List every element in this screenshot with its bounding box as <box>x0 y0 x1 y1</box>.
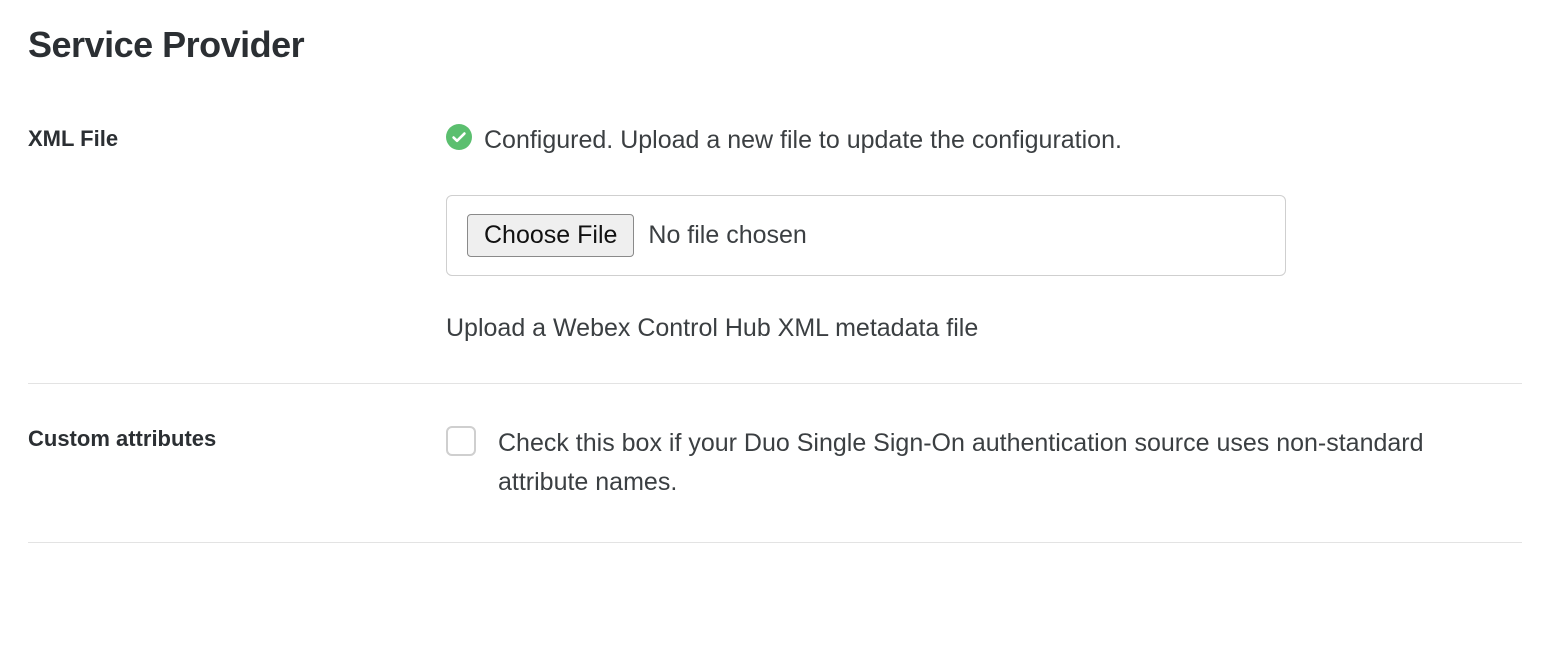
file-chosen-status: No file chosen <box>648 221 806 250</box>
custom-attributes-row: Custom attributes Check this box if your… <box>28 424 1522 543</box>
custom-attributes-label: Custom attributes <box>28 424 446 452</box>
custom-attributes-content: Check this box if your Duo Single Sign-O… <box>446 424 1506 502</box>
choose-file-button[interactable]: Choose File <box>467 214 634 257</box>
custom-attributes-checkbox-row: Check this box if your Duo Single Sign-O… <box>446 424 1506 502</box>
file-input-container[interactable]: Choose File No file chosen <box>446 195 1286 276</box>
xml-file-row: XML File Configured. Upload a new file t… <box>28 124 1522 384</box>
check-circle-icon <box>446 124 472 157</box>
xml-file-label: XML File <box>28 124 446 152</box>
section-title: Service Provider <box>28 24 1522 66</box>
custom-attributes-checkbox-label: Check this box if your Duo Single Sign-O… <box>498 424 1506 502</box>
xml-file-status-line: Configured. Upload a new file to update … <box>446 124 1506 157</box>
xml-file-help-text: Upload a Webex Control Hub XML metadata … <box>446 314 1506 343</box>
xml-file-status-text: Configured. Upload a new file to update … <box>484 126 1122 155</box>
xml-file-content: Configured. Upload a new file to update … <box>446 124 1506 343</box>
custom-attributes-checkbox[interactable] <box>446 426 476 456</box>
